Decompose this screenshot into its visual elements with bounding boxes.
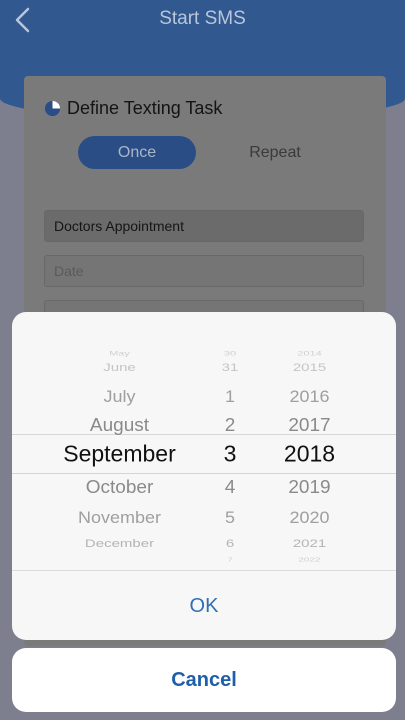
date-field[interactable]: Date [44, 255, 364, 287]
card-title: Define Texting Task [67, 98, 223, 118]
day-option[interactable]: 31 [210, 362, 250, 374]
year-wheel[interactable]: 2014 2015 2016 2017 2018 2019 2020 2021 2022 [267, 312, 352, 562]
clock-icon [44, 100, 61, 117]
day-option[interactable]: 5 [210, 509, 250, 528]
year-option[interactable]: 2017 [267, 415, 352, 436]
tab-repeat[interactable]: Repeat [220, 136, 330, 169]
year-selected[interactable]: 2018 [267, 441, 352, 468]
year-option[interactable]: 2020 [267, 509, 352, 528]
day-selected[interactable]: 3 [210, 441, 250, 468]
month-option[interactable]: August [32, 415, 207, 436]
month-option[interactable]: October [32, 477, 207, 498]
day-option[interactable]: 7 [210, 557, 250, 562]
day-option[interactable]: 30 [210, 351, 250, 358]
month-option[interactable]: May [32, 351, 207, 358]
month-option[interactable]: November [32, 509, 207, 528]
ok-button[interactable]: OK [12, 574, 396, 638]
task-name-field[interactable]: Doctors Appointment [44, 210, 364, 242]
month-selected[interactable]: September [32, 441, 207, 468]
year-option[interactable]: 2015 [267, 362, 352, 374]
day-option[interactable]: 1 [210, 388, 250, 407]
year-option[interactable]: 2022 [267, 557, 352, 562]
sheet-divider [12, 570, 396, 571]
date-picker-wheels[interactable]: May June July August September October Novembe… [12, 312, 396, 562]
date-picker-sheet: May June July August September October Novembe… [12, 312, 396, 640]
month-option[interactable]: July [32, 388, 207, 407]
month-option[interactable]: June [32, 362, 207, 374]
card-title-row: Define Texting Task [44, 98, 222, 119]
tab-once[interactable]: Once [78, 136, 196, 169]
month-option[interactable]: December [32, 538, 207, 550]
day-wheel[interactable]: 30 31 1 2 3 4 5 6 7 [210, 312, 250, 562]
day-option[interactable]: 2 [210, 415, 250, 436]
year-option[interactable]: 2019 [267, 477, 352, 498]
page-title: Start SMS [159, 8, 246, 29]
cancel-button[interactable]: Cancel [12, 648, 396, 712]
day-option[interactable]: 4 [210, 477, 250, 498]
month-wheel[interactable]: May June July August September October Novembe… [32, 312, 207, 562]
year-option[interactable]: 2014 [267, 351, 352, 358]
day-option[interactable]: 6 [210, 538, 250, 550]
year-option[interactable]: 2016 [267, 388, 352, 407]
year-option[interactable]: 2021 [267, 538, 352, 550]
